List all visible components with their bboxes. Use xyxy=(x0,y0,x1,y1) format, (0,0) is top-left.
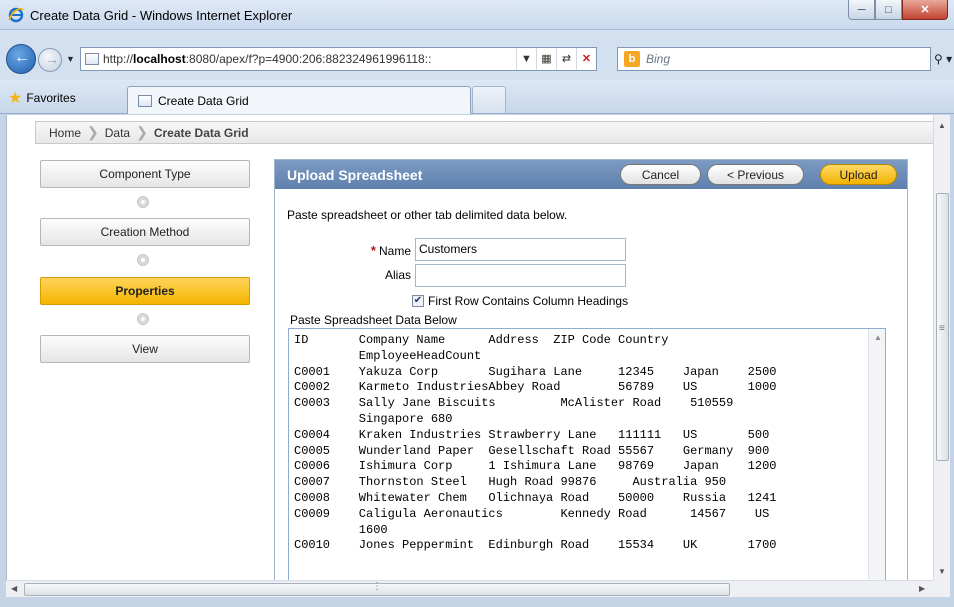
scroll-up-icon[interactable]: ▲ xyxy=(938,121,946,130)
forward-arrow-icon: → xyxy=(45,51,59,67)
paste-data-line: C0002 Karmeto IndustriesAbbey Road 56789… xyxy=(294,380,777,395)
paste-data-content: ID Company Name Address ZIP Code Country… xyxy=(294,333,854,554)
scroll-up-icon[interactable]: ▲ xyxy=(874,333,882,342)
navigation-bar: ← → ▼ http://localhost:8080/apex/f?p=490… xyxy=(0,30,954,80)
favorites-label: Favorites xyxy=(26,91,76,105)
search-box[interactable]: b Bing xyxy=(617,47,931,71)
scroll-grip-icon: ⋮ xyxy=(372,581,382,592)
alias-label: Alias xyxy=(384,268,411,282)
paste-data-line: C0010 Jones Peppermint Edinburgh Road 15… xyxy=(294,538,777,553)
tab-label: Create Data Grid xyxy=(158,93,249,108)
paste-data-line: Singapore 680 xyxy=(294,411,453,426)
scroll-right-icon[interactable]: ▶ xyxy=(919,584,925,593)
breadcrumb-current: Create Data Grid xyxy=(153,125,249,140)
paste-data-line: EmployeeHeadCount xyxy=(294,348,482,363)
breadcrumb-data[interactable]: Data xyxy=(105,126,130,140)
favorites-bar: ★ Favorites Create Data Grid xyxy=(0,80,954,114)
paste-data-line: C0001 Yakuza Corp Sugihara Lane 12345 Ja… xyxy=(294,364,777,379)
scroll-down-icon[interactable]: ▼ xyxy=(938,567,946,576)
breadcrumb-home[interactable]: Home xyxy=(49,126,81,140)
stop-icon[interactable]: ✕ xyxy=(576,48,596,70)
paste-data-line: C0005 Wunderland Paper Gesellschaft Road… xyxy=(294,443,770,458)
scroll-grip-icon: ≡ xyxy=(939,323,945,334)
close-icon[interactable]: ✕ xyxy=(902,0,948,20)
region-header: Upload Spreadsheet Cancel < Previous Upl… xyxy=(275,160,907,189)
paste-data-line: C0004 Kraken Industries Strawberry Lane … xyxy=(294,427,770,442)
scroll-left-icon[interactable]: ◀ xyxy=(11,584,17,593)
vertical-scrollbar[interactable]: ▲ ≡ ▼ xyxy=(933,115,950,580)
paste-data-line: C0008 Whitewater Chem Olichnaya Road 500… xyxy=(294,490,777,505)
address-dropdown-icon[interactable]: ▼ xyxy=(516,48,536,70)
wizard-step-properties[interactable]: Properties xyxy=(40,277,250,305)
required-asterisk-icon: * xyxy=(370,243,376,258)
name-field[interactable]: Customers xyxy=(415,238,626,261)
favorites-button[interactable]: ★ Favorites xyxy=(8,88,76,108)
refresh-icon[interactable]: ⇄ xyxy=(556,48,576,70)
window-controls: ─ □ ✕ xyxy=(848,0,948,22)
window-titlebar: Create Data Grid - Windows Internet Expl… xyxy=(0,0,954,30)
step-connector-icon xyxy=(137,196,149,208)
window-title: Create Data Grid - Windows Internet Expl… xyxy=(30,8,293,23)
first-row-headings-checkbox[interactable]: ✔ xyxy=(412,295,424,307)
paste-data-textarea[interactable]: ID Company Name Address ZIP Code Country… xyxy=(288,328,886,580)
page-icon xyxy=(138,94,152,107)
breadcrumb: Home ❯ Data ❯ Create Data Grid xyxy=(35,121,933,144)
textarea-scrollbar[interactable]: ▲ xyxy=(868,329,885,580)
cancel-button[interactable]: Cancel xyxy=(620,164,701,185)
horizontal-scrollbar[interactable]: ◀ ⋮ ▶ xyxy=(6,580,933,597)
bing-logo-icon: b xyxy=(624,51,640,67)
first-row-headings-label: First Row Contains Column Headings xyxy=(428,294,629,308)
paste-data-label: Paste Spreadsheet Data Below xyxy=(290,313,457,327)
name-label: * Name xyxy=(370,243,411,258)
wizard-step-component-type[interactable]: Component Type xyxy=(40,160,250,188)
chevron-right-icon: ❯ xyxy=(136,124,148,140)
page-content: Home ❯ Data ❯ Create Data Grid Component… xyxy=(6,115,933,580)
maximize-icon[interactable]: □ xyxy=(875,0,902,20)
wizard-step-view[interactable]: View xyxy=(40,335,250,363)
back-arrow-icon: ← xyxy=(14,49,30,66)
url-text[interactable]: http://localhost:8080/apex/f?p=4900:206:… xyxy=(103,52,516,66)
search-placeholder[interactable]: Bing xyxy=(646,52,670,66)
new-tab-button[interactable] xyxy=(472,86,506,113)
region-title: Upload Spreadsheet xyxy=(287,166,423,183)
paste-data-line: ID Company Name Address ZIP Code Country xyxy=(294,333,669,347)
upload-button[interactable]: Upload xyxy=(820,164,897,185)
paste-data-line: 1600 xyxy=(294,522,388,537)
step-connector-icon xyxy=(137,313,149,325)
back-button[interactable]: ← xyxy=(6,44,36,74)
tab-create-data-grid[interactable]: Create Data Grid xyxy=(127,86,471,114)
paste-data-line: C0003 Sally Jane Biscuits McAlister Road… xyxy=(294,396,734,411)
star-icon: ★ xyxy=(8,90,23,107)
paste-data-line: C0007 Thornston Steel Hugh Road 99876 Au… xyxy=(294,475,727,490)
chevron-right-icon: ❯ xyxy=(87,124,99,140)
instructions-text: Paste spreadsheet or other tab delimited… xyxy=(287,208,568,222)
minimize-icon[interactable]: ─ xyxy=(848,0,875,20)
forward-button[interactable]: → xyxy=(38,48,62,72)
address-bar[interactable]: http://localhost:8080/apex/f?p=4900:206:… xyxy=(80,47,597,71)
search-icon[interactable]: ⚲ ▾ xyxy=(934,52,952,66)
compatibility-view-icon[interactable]: ▦ xyxy=(536,48,556,70)
history-dropdown-icon[interactable]: ▼ xyxy=(66,54,75,64)
status-bar xyxy=(0,597,954,607)
internet-explorer-icon xyxy=(8,7,24,23)
scrollbar-corner xyxy=(933,580,950,597)
wizard-step-creation-method[interactable]: Creation Method xyxy=(40,218,250,246)
alias-field[interactable] xyxy=(415,264,626,287)
page-icon xyxy=(85,53,99,65)
paste-data-line: C0006 Ishimura Corp 1 Ishimura Lane 9876… xyxy=(294,459,777,474)
step-connector-icon xyxy=(137,254,149,266)
previous-button[interactable]: < Previous xyxy=(707,164,804,185)
paste-data-line: C0009 Caligula Aeronautics Kennedy Road … xyxy=(294,506,770,521)
upload-spreadsheet-region: Upload Spreadsheet Cancel < Previous Upl… xyxy=(274,159,908,580)
